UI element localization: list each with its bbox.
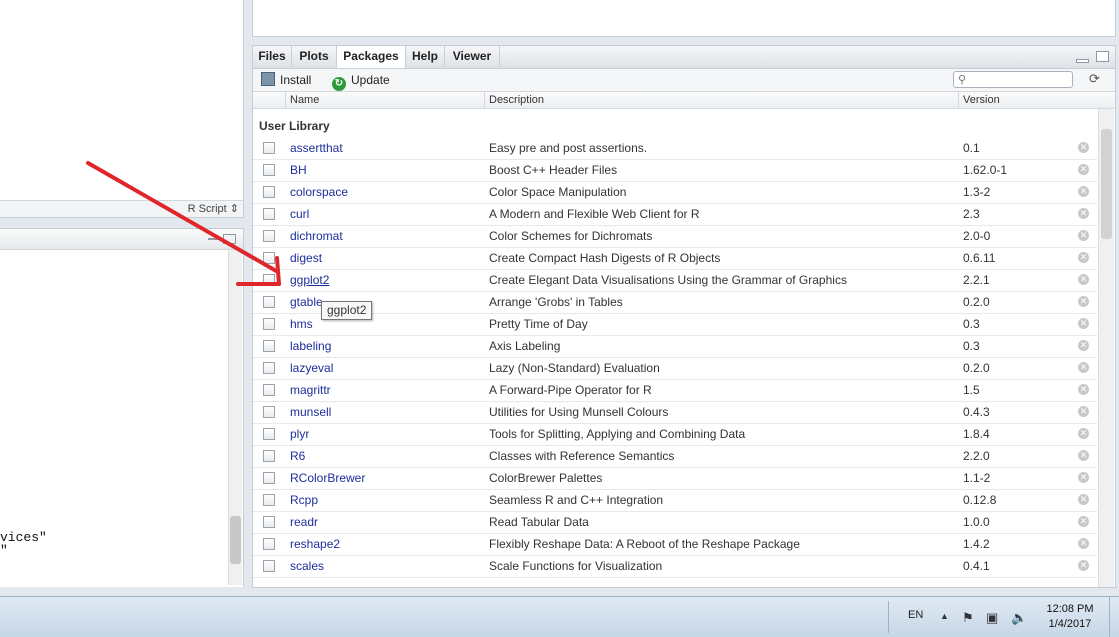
arrow-head bbox=[275, 256, 281, 286]
flag-icon[interactable]: ⚑ bbox=[962, 610, 974, 626]
taskbar-divider bbox=[888, 601, 889, 633]
tray-expand-icon[interactable]: ▲ bbox=[940, 611, 949, 621]
show-desktop-button[interactable] bbox=[1109, 597, 1119, 637]
taskbar: EN ▲ ⚑ ▣ 🔈 12:08 PM 1/4/2017 bbox=[0, 596, 1119, 637]
language-indicator[interactable]: EN bbox=[908, 609, 923, 621]
clock-date: 1/4/2017 bbox=[1048, 618, 1092, 630]
arrow-shaft-diagonal bbox=[86, 161, 280, 274]
speaker-icon[interactable]: 🔈 bbox=[1011, 610, 1027, 626]
annotation-arrow bbox=[86, 161, 281, 286]
system-clock[interactable]: 12:08 PM 1/4/2017 bbox=[1035, 602, 1105, 632]
network-icon[interactable]: ▣ bbox=[986, 610, 998, 626]
clock-time: 12:08 PM bbox=[1046, 603, 1094, 615]
